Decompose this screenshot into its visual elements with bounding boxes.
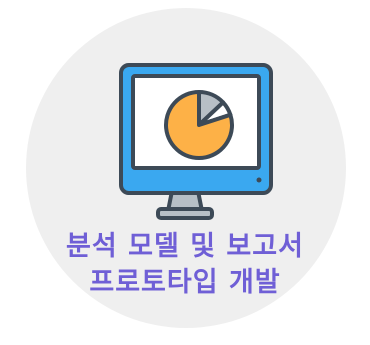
pie-chart xyxy=(164,90,234,160)
caption-line-1: 분석 모델 및 보고서 xyxy=(66,231,304,262)
caption-line-2: 프로토타입 개발 xyxy=(89,267,281,298)
monitor-stand-base xyxy=(156,207,214,220)
power-indicator xyxy=(256,177,262,183)
card: 분석 모델 및 보고서 프로토타입 개발 xyxy=(0,0,370,345)
